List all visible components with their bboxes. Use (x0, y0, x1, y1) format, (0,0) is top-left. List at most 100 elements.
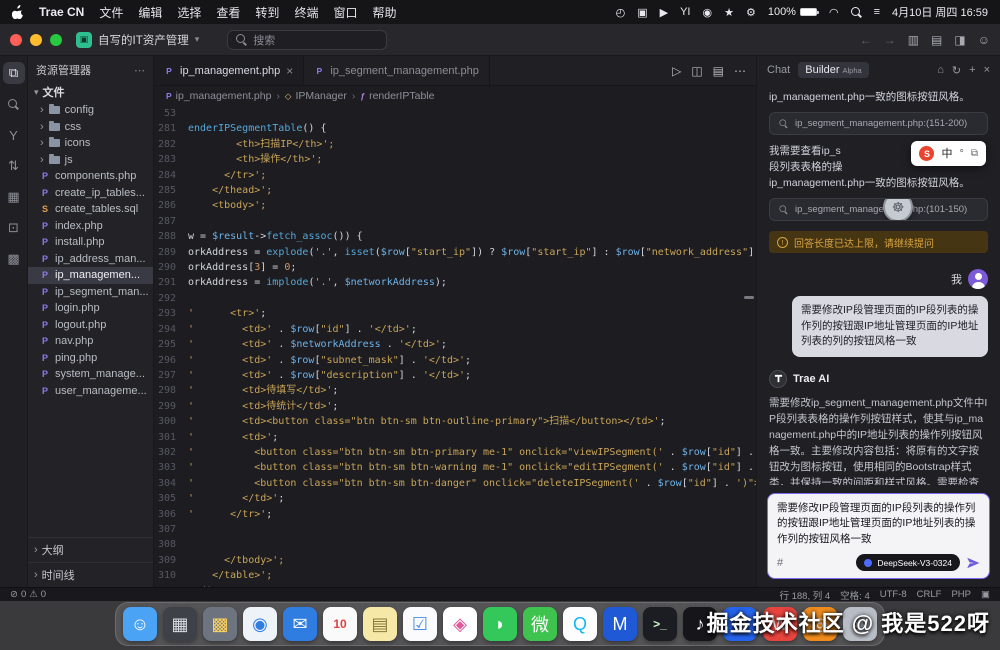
history-icon[interactable]: ↻ (952, 64, 961, 77)
scrollbar-thumb[interactable] (744, 296, 754, 299)
tree-folder[interactable]: css (28, 119, 153, 136)
source-control-icon[interactable]: Y (3, 124, 25, 146)
control-center-icon[interactable]: ≡ (874, 6, 880, 18)
files-section-header[interactable]: 文件 (28, 82, 153, 102)
menubar-menu-item[interactable]: 选择 (177, 4, 201, 21)
timeline-section-header[interactable]: 时间线 (28, 562, 153, 587)
code-reference-chip[interactable]: ip_segment_management.php:(101-150) ☸ (769, 198, 988, 221)
menubar-menu-item[interactable]: 帮助 (372, 4, 396, 21)
layout-sidebar-icon[interactable]: ▥ (908, 33, 919, 47)
layout-icon[interactable]: ▣ (981, 589, 990, 600)
tree-file[interactable]: Screate_tables.sql (28, 201, 153, 218)
tree-file[interactable]: Pinstall.php (28, 234, 153, 251)
tree-file[interactable]: Psystem_manage... (28, 366, 153, 383)
editor-tab[interactable]: Pip_segment_management.php (304, 56, 490, 85)
model-selector[interactable]: DeepSeek-V3-0324 (856, 554, 960, 571)
editor-tab[interactable]: Pip_management.php× (154, 56, 304, 85)
translate-popup[interactable]: S 中 ° ⧉ (911, 141, 986, 166)
chat-input-text[interactable]: 需要修改IP段管理页面的IP段列表的操作列的按钮跟IP地址管理页面的IP地址列表… (777, 501, 980, 548)
run-button[interactable]: ▷ (672, 64, 681, 78)
translate-logo-icon[interactable]: S (919, 146, 934, 161)
close-panel-icon[interactable]: × (984, 64, 990, 77)
breadcrumb-item[interactable]: ◇IPManager (285, 90, 347, 102)
tree-file[interactable]: Puser_manageme... (28, 383, 153, 400)
language-button[interactable]: 中 (941, 146, 952, 162)
tree-folder[interactable]: config (28, 102, 153, 119)
menubar-menu-item[interactable]: 终端 (294, 4, 318, 21)
menubar-extra-icon[interactable]: ★ (724, 6, 734, 19)
tree-file[interactable]: Plogin.php (28, 300, 153, 317)
account-icon[interactable]: ☺ (978, 33, 990, 47)
close-tab-icon[interactable]: × (286, 64, 293, 78)
menubar-menu-item[interactable]: 查看 (216, 4, 240, 21)
tab-builder[interactable]: BuilderAlpha (798, 62, 868, 78)
back-icon[interactable]: ← (860, 33, 872, 47)
extensions-icon[interactable]: ▦ (3, 186, 25, 208)
menubar-menu-item[interactable]: 窗口 (333, 4, 357, 21)
menubar-app-name[interactable]: Trae CN (39, 5, 84, 19)
new-chat-icon[interactable]: + (969, 64, 975, 77)
dock-mail[interactable]: ✉ (283, 607, 317, 641)
outline-section-header[interactable]: 大纲 (28, 537, 153, 562)
chat-icon[interactable]: ⊡ (3, 217, 25, 239)
tree-file[interactable]: Pip_address_man... (28, 251, 153, 268)
tree-file[interactable]: Pip_segment_man... (28, 284, 153, 301)
context-hash-button[interactable]: # (777, 557, 783, 569)
breadcrumb-item[interactable]: ƒrenderIPTable (360, 90, 434, 102)
dock-calendar[interactable]: 10 (323, 607, 357, 641)
menubar-extra-icon[interactable]: ◴ (616, 6, 626, 19)
problems-indicator[interactable]: ⊘0 ⚠0 (10, 589, 46, 600)
split-editor-icon[interactable]: ◫ (691, 64, 702, 78)
tree-file[interactable]: Plogout.php (28, 317, 153, 334)
encoding[interactable]: UTF-8 (880, 589, 907, 600)
code-editor[interactable]: 53281enderIPSegmentTable() {282 <th>扫描IP… (154, 106, 756, 587)
menubar-extra-icon[interactable]: ▶ (660, 6, 668, 19)
menubar-extra-icon[interactable]: ◉ (702, 6, 712, 19)
more-actions-icon[interactable]: ⋯ (734, 64, 746, 78)
menubar-extra-icon[interactable]: ⚙ (746, 6, 756, 19)
menubar-extra-icon[interactable]: ▣ (637, 6, 647, 19)
cursor-position[interactable]: 行 188, 列 4 (779, 588, 830, 602)
menubar-menu-item[interactable]: 文件 (99, 4, 123, 21)
dock-messages[interactable]: ◗ (483, 607, 517, 641)
dock-reminders[interactable]: ☑ (403, 607, 437, 641)
tree-file[interactable]: Pnav.php (28, 333, 153, 350)
tree-file[interactable]: Pip_managemen... (28, 267, 153, 284)
dock-notes[interactable]: ▤ (363, 607, 397, 641)
menubar-clock[interactable]: 4月10日 周四 16:59 (892, 4, 988, 20)
search-icon[interactable] (3, 93, 25, 115)
copy-icon[interactable]: ⧉ (971, 146, 978, 162)
tree-file[interactable]: Pping.php (28, 350, 153, 367)
dock-photos[interactable]: ◈ (443, 607, 477, 641)
dock-finder[interactable]: ☺ (123, 607, 157, 641)
global-search-box[interactable]: 搜索 (227, 30, 387, 50)
language-mode[interactable]: PHP (951, 589, 971, 600)
dock-terminal[interactable]: >_ (643, 607, 677, 641)
explorer-icon[interactable]: ⧉ (3, 62, 25, 84)
send-button[interactable] (966, 556, 980, 570)
dock-launchpad[interactable]: ▦ (163, 607, 197, 641)
battery-indicator[interactable]: 100% (768, 6, 817, 18)
close-window-button[interactable] (10, 34, 22, 46)
forward-icon[interactable]: → (884, 33, 896, 47)
breadcrumb-item[interactable]: Pip_management.php (166, 90, 271, 102)
menubar-extra-icon[interactable]: YI (680, 6, 690, 18)
toggle-panel-icon[interactable]: ▤ (713, 64, 724, 78)
menubar-menu-item[interactable]: 编辑 (138, 4, 162, 21)
dock-mail-m[interactable]: M (603, 607, 637, 641)
menubar-menu-item[interactable]: 转到 (255, 4, 279, 21)
layout-panel-icon[interactable]: ▤ (931, 33, 942, 47)
tab-chat[interactable]: Chat (767, 64, 790, 76)
explorer-more-icon[interactable]: ⋯ (134, 64, 145, 77)
apps-icon[interactable]: ▩ (3, 248, 25, 270)
eol-setting[interactable]: CRLF (917, 589, 942, 600)
minimize-window-button[interactable] (30, 34, 42, 46)
tree-file[interactable]: Pcomponents.php (28, 168, 153, 185)
home-icon[interactable]: ⌂ (937, 64, 944, 77)
remote-icon[interactable]: ⇅ (3, 155, 25, 177)
tree-file[interactable]: Pindex.php (28, 218, 153, 235)
workspace-switcher[interactable]: ▣ 自写的IT资产管理 ▾ (76, 32, 199, 48)
indent-setting[interactable]: 空格: 4 (840, 588, 870, 602)
chat-input-box[interactable]: 需要修改IP段管理页面的IP段列表的操作列的按钮跟IP地址管理页面的IP地址列表… (767, 493, 990, 580)
degree-icon[interactable]: ° (959, 146, 963, 162)
